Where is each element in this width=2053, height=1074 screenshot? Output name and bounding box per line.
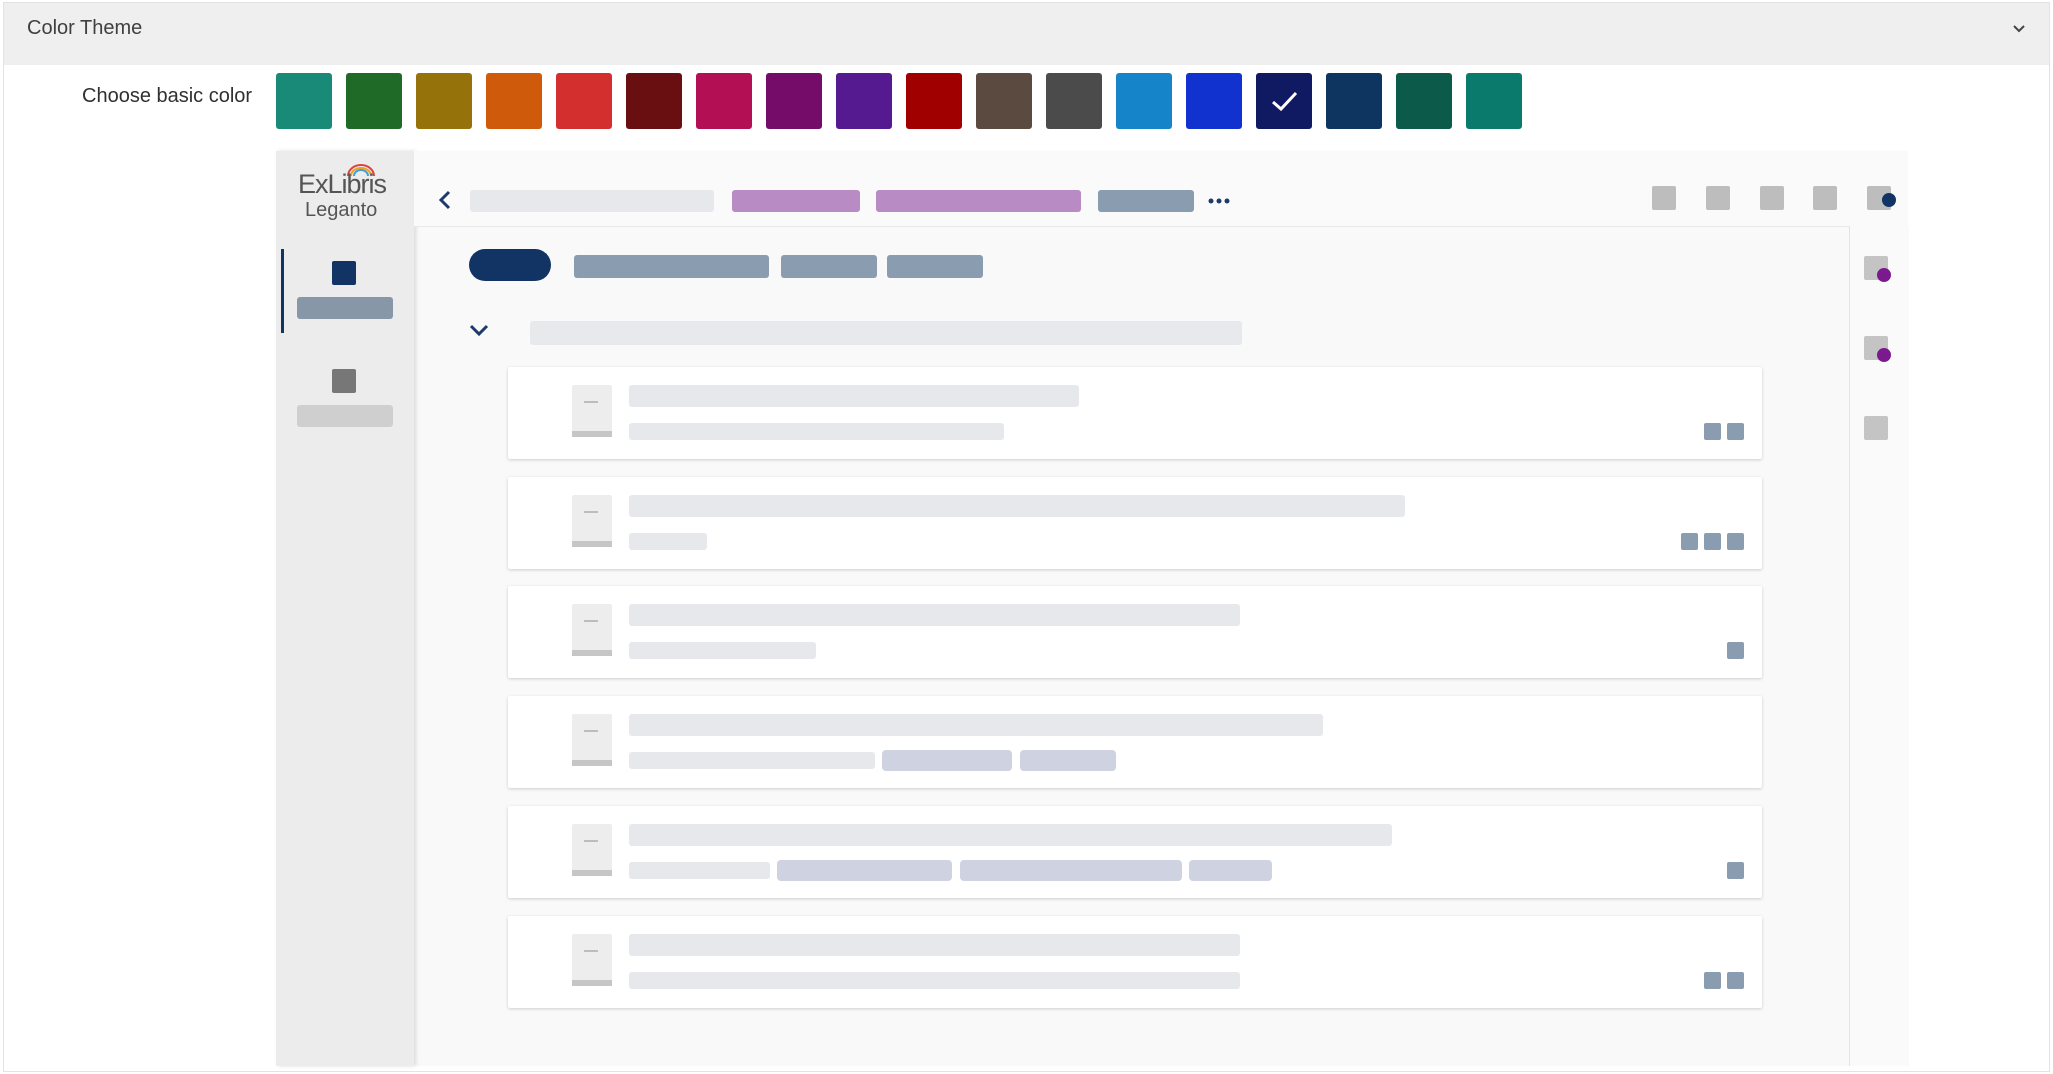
exlibris-leganto-logo: ExLibris Leganto xyxy=(298,164,394,221)
item-subtitle-placeholder xyxy=(629,423,1004,440)
color-theme-panel: Color Theme Choose basic color ExLibris … xyxy=(3,2,2050,1072)
color-swatch-16[interactable] xyxy=(1326,73,1382,129)
item-subtitle-placeholder xyxy=(629,972,1240,989)
item-tag-icon xyxy=(1727,533,1744,550)
chevron-left-icon[interactable] xyxy=(438,189,452,211)
logo-bottom-text: Leganto xyxy=(305,199,378,221)
item-title-placeholder xyxy=(629,385,1079,407)
chevron-down-icon[interactable] xyxy=(468,323,490,337)
action-bar-3[interactable] xyxy=(887,255,983,278)
breadcrumb-accent-2[interactable] xyxy=(876,190,1081,212)
list-item[interactable] xyxy=(508,477,1762,569)
color-swatch-5[interactable] xyxy=(556,73,612,129)
color-theme-header[interactable]: Color Theme xyxy=(4,3,2049,65)
item-tag-icon xyxy=(1704,533,1721,550)
item-title-placeholder xyxy=(629,934,1240,956)
preview-sidebar: ExLibris Leganto xyxy=(276,151,414,1066)
rail-badge-2 xyxy=(1877,348,1891,362)
item-subtitle-placeholder xyxy=(629,533,707,550)
toolbar-icon-4[interactable] xyxy=(1813,186,1837,210)
item-tag-icon xyxy=(1704,423,1721,440)
toolbar-icon-1[interactable] xyxy=(1652,186,1676,210)
toolbar-badge xyxy=(1882,193,1896,207)
action-bar-2[interactable] xyxy=(781,255,877,278)
list-item[interactable] xyxy=(508,696,1762,788)
color-swatch-1[interactable] xyxy=(276,73,332,129)
color-swatch-3[interactable] xyxy=(416,73,472,129)
preview-topbar xyxy=(414,151,1908,227)
toolbar-icon-3[interactable] xyxy=(1760,186,1784,210)
color-swatch-18[interactable] xyxy=(1466,73,1522,129)
document-icon xyxy=(572,824,612,876)
sidebar-item-label-1 xyxy=(297,297,393,319)
color-swatch-6[interactable] xyxy=(626,73,682,129)
item-subtitle-placeholder xyxy=(629,862,770,879)
breadcrumb-placeholder xyxy=(470,190,714,212)
document-icon xyxy=(572,604,612,656)
color-swatch-17[interactable] xyxy=(1396,73,1452,129)
choose-basic-color-label: Choose basic color xyxy=(82,85,253,107)
sidebar-item-icon-1[interactable] xyxy=(332,261,356,285)
preview-right-rail xyxy=(1849,226,1909,1066)
item-chip[interactable] xyxy=(882,750,1012,771)
item-title-placeholder xyxy=(629,714,1323,736)
list-item[interactable] xyxy=(508,916,1762,1008)
document-icon xyxy=(572,495,612,547)
item-chip[interactable] xyxy=(960,860,1182,881)
color-swatch-12[interactable] xyxy=(1046,73,1102,129)
list-item[interactable] xyxy=(508,806,1762,898)
color-swatch-10[interactable] xyxy=(906,73,962,129)
chevron-down-icon[interactable] xyxy=(2009,19,2029,39)
logo-top-text: ExLibris xyxy=(298,169,387,199)
item-title-placeholder xyxy=(629,604,1240,626)
item-title-placeholder xyxy=(629,824,1392,846)
checkmark-icon xyxy=(1272,91,1298,112)
panel-title: Color Theme xyxy=(27,17,143,39)
item-tag-icon xyxy=(1681,533,1698,550)
sidebar-item-icon-2[interactable] xyxy=(332,369,356,393)
item-tag-icon xyxy=(1704,972,1721,989)
item-tag-icon xyxy=(1727,862,1744,879)
color-swatch-2[interactable] xyxy=(346,73,402,129)
color-swatch-8[interactable] xyxy=(766,73,822,129)
primary-pill-button[interactable] xyxy=(469,249,551,281)
document-icon xyxy=(572,385,612,437)
color-swatch-9[interactable] xyxy=(836,73,892,129)
list-item[interactable] xyxy=(508,586,1762,678)
document-icon xyxy=(572,714,612,766)
item-title-placeholder xyxy=(629,495,1405,517)
item-tag-icon xyxy=(1727,972,1744,989)
color-swatch-15[interactable] xyxy=(1256,73,1312,129)
color-swatch-13[interactable] xyxy=(1116,73,1172,129)
rail-icon-3[interactable] xyxy=(1864,416,1888,440)
item-chip[interactable] xyxy=(1189,860,1272,881)
ellipsis-icon[interactable] xyxy=(1208,197,1230,205)
rail-badge-1 xyxy=(1877,268,1891,282)
toolbar-icon-2[interactable] xyxy=(1706,186,1730,210)
list-item[interactable] xyxy=(508,367,1762,459)
action-bar-1[interactable] xyxy=(574,255,769,278)
sidebar-active-indicator xyxy=(281,249,284,333)
color-swatch-7[interactable] xyxy=(696,73,752,129)
breadcrumb-accent-1[interactable] xyxy=(732,190,860,212)
color-swatch-4[interactable] xyxy=(486,73,542,129)
theme-preview: ExLibris Leganto xyxy=(276,151,1909,1066)
item-chip[interactable] xyxy=(1020,750,1116,771)
item-subtitle-placeholder xyxy=(629,642,816,659)
item-tag-icon xyxy=(1727,642,1744,659)
sidebar-item-label-2 xyxy=(297,405,393,427)
breadcrumb-item[interactable] xyxy=(1098,190,1194,212)
color-swatch-14[interactable] xyxy=(1186,73,1242,129)
document-icon xyxy=(572,934,612,986)
item-chip[interactable] xyxy=(777,860,952,881)
color-swatch-11[interactable] xyxy=(976,73,1032,129)
item-tag-icon xyxy=(1727,423,1744,440)
section-title-placeholder xyxy=(530,321,1242,345)
item-subtitle-placeholder xyxy=(629,752,875,769)
